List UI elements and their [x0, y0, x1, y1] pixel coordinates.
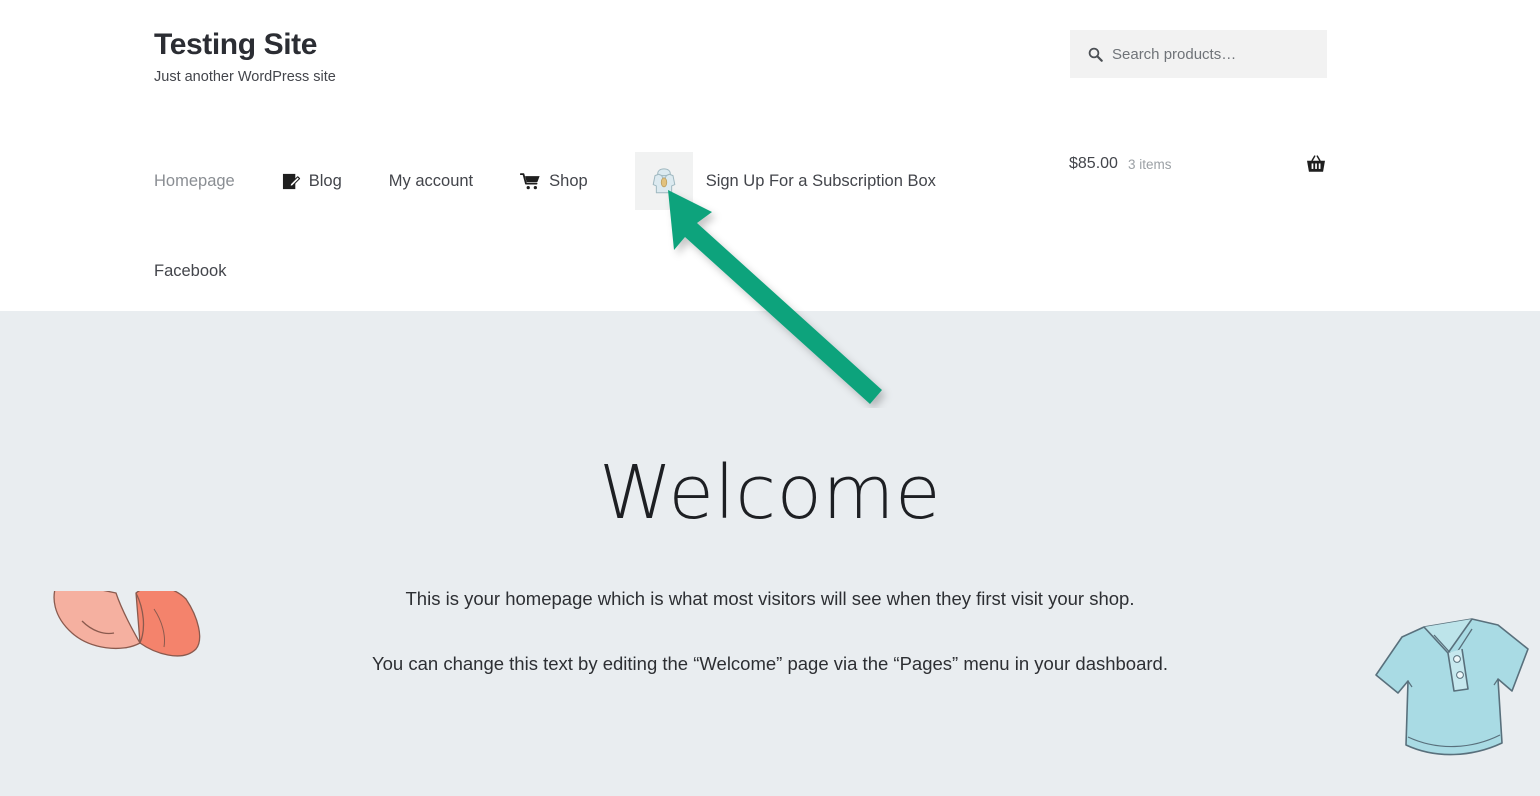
nav-label-subscription-box: Sign Up For a Subscription Box	[706, 173, 936, 190]
nav-label-my-account: My account	[389, 173, 473, 190]
shopping-basket-icon[interactable]	[1305, 153, 1327, 175]
nav-item-shop[interactable]: Shop	[520, 172, 588, 191]
search-icon	[1088, 47, 1103, 62]
nav-item-homepage[interactable]: Homepage	[154, 173, 235, 190]
cart-item-count: 3 items	[1128, 157, 1172, 172]
cart-total-amount: $85.00	[1069, 155, 1118, 173]
site-tagline: Just another WordPress site	[154, 69, 336, 86]
page-title: Welcome	[0, 311, 1540, 530]
hero-section: Welcome This is your homepage which is w…	[0, 311, 1540, 796]
nav-item-blog[interactable]: Blog	[282, 172, 342, 191]
shopping-cart-icon	[520, 172, 541, 191]
hero-paragraph-2: You can change this text by editing the …	[0, 613, 1540, 678]
nav-label-shop: Shop	[549, 173, 588, 190]
secondary-navigation: Facebook	[154, 263, 266, 280]
nav-item-my-account[interactable]: My account	[389, 173, 473, 190]
site-header: Testing Site Just another WordPress site…	[0, 0, 1540, 311]
site-branding: Testing Site Just another WordPress site	[154, 28, 336, 86]
product-search-form[interactable]	[1070, 30, 1327, 78]
hero-paragraph-1: This is your homepage which is what most…	[0, 530, 1540, 613]
nav-item-subscription-box[interactable]: Sign Up For a Subscription Box	[635, 152, 936, 210]
hero-content: Welcome This is your homepage which is w…	[0, 311, 1540, 678]
cart-summary[interactable]: $85.00 3 items	[1069, 153, 1327, 175]
nav-item-facebook[interactable]: Facebook	[154, 263, 226, 280]
primary-navigation: Homepage Blog My account	[154, 152, 936, 210]
nav-label-facebook: Facebook	[154, 263, 226, 280]
site-title[interactable]: Testing Site	[154, 28, 336, 63]
search-input[interactable]	[1112, 46, 1312, 63]
memo-icon	[282, 172, 301, 191]
hoodie-thumbnail-icon	[635, 152, 693, 210]
nav-label-blog: Blog	[309, 173, 342, 190]
nav-label-homepage: Homepage	[154, 173, 235, 190]
